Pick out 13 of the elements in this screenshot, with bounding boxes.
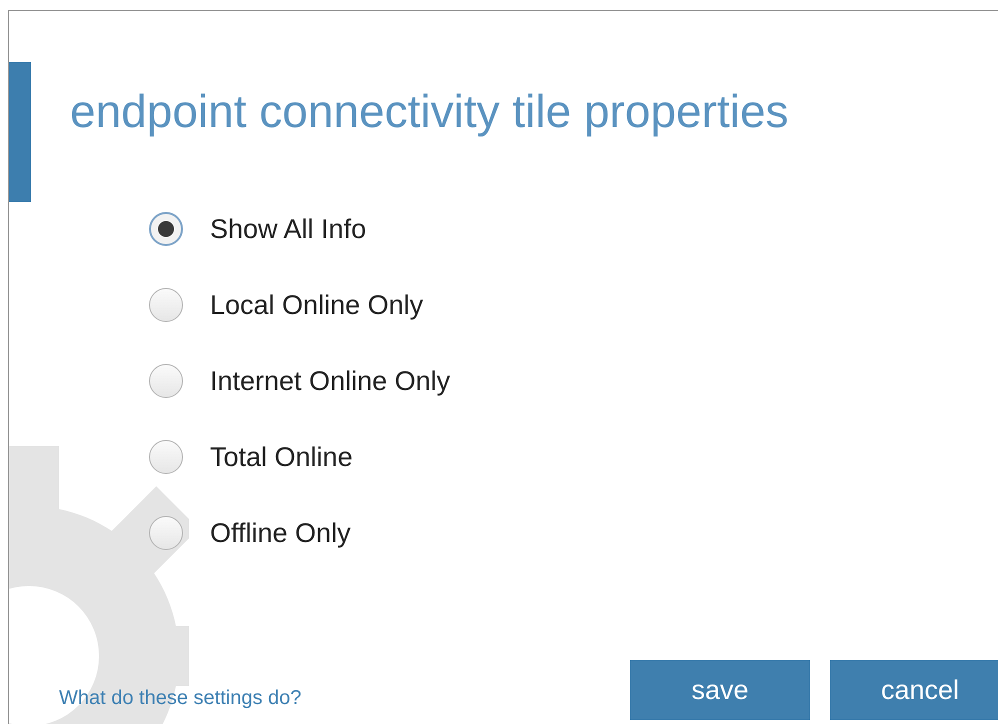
option-label: Total Online — [210, 442, 353, 472]
help-link[interactable]: What do these settings do? — [59, 687, 302, 710]
radio-button[interactable] — [149, 440, 183, 474]
cancel-button[interactable]: cancel — [830, 660, 998, 720]
save-button[interactable]: save — [630, 660, 810, 720]
radio-button[interactable] — [149, 364, 183, 398]
option-label: Internet Online Only — [210, 366, 450, 396]
option-label: Offline Only — [210, 518, 351, 548]
dialog-title: endpoint connectivity tile properties — [70, 84, 790, 139]
radio-button[interactable] — [149, 288, 183, 322]
option-label: Local Online Only — [210, 290, 424, 320]
option-label: Show All Info — [210, 214, 366, 244]
radio-button[interactable] — [149, 212, 183, 246]
